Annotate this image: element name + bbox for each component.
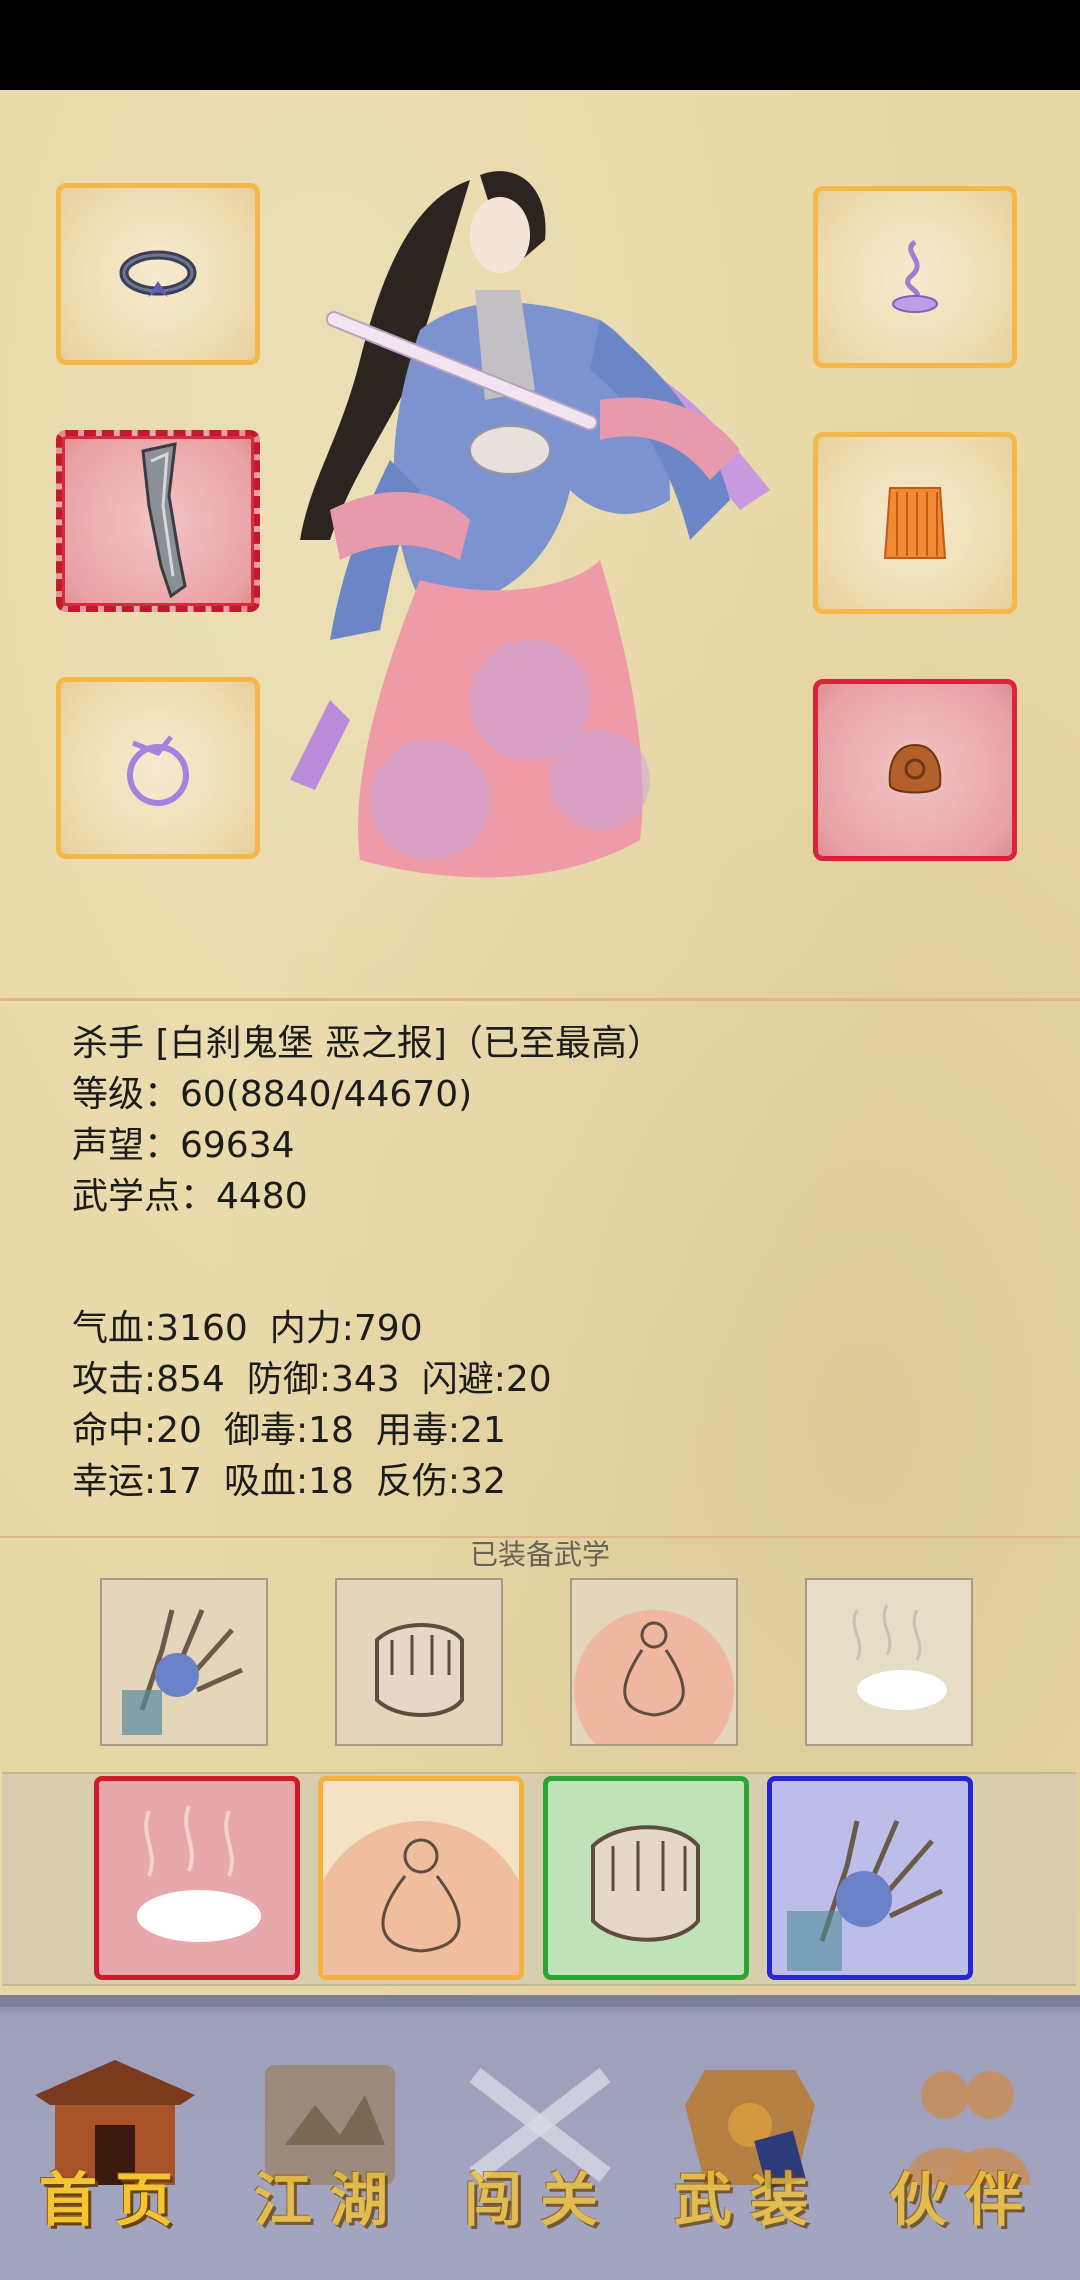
attr-mp: 内力:790 (269, 1308, 423, 1349)
status-bar (0, 0, 1080, 90)
attr-defense: 防御:343 (246, 1359, 400, 1400)
nav-jianghu-label: 江湖 (253, 2166, 406, 2234)
nav-armament[interactable]: 武装 (665, 2055, 835, 2245)
sword-icon (141, 442, 187, 599)
ribbon-charm-icon (127, 735, 189, 806)
ring-icon (119, 250, 197, 297)
nav-challenge[interactable]: 闯关 (455, 2055, 625, 2245)
equip-slot-accessory[interactable] (56, 677, 260, 859)
fist-icon (591, 1825, 700, 1942)
attr-row: 命中:20 御毒:18 用毒:21 (72, 1405, 574, 1456)
divider-top (0, 998, 1080, 1001)
equipped-skills-label: 已装备武学 (469, 1538, 610, 1571)
nav-jianghu[interactable]: 江湖 (245, 2055, 415, 2245)
equip-slot-amulet[interactable] (813, 679, 1017, 861)
nav-partners-label: 伙伴 (888, 2166, 1041, 2234)
equipped-skill-slot-3[interactable] (570, 1578, 738, 1770)
equip-slot-incense[interactable] (813, 186, 1017, 368)
equip-slot-weapon[interactable] (56, 430, 260, 612)
skill-option-fist[interactable] (543, 1776, 749, 1980)
amulet-icon (888, 743, 942, 794)
attr-accuracy: 命中:20 (72, 1410, 202, 1451)
nav-home[interactable]: 首页 (30, 2055, 200, 2245)
attr-poison-resist: 御毒:18 (223, 1410, 354, 1451)
meditation-icon (572, 1580, 736, 1770)
fist-icon (337, 1580, 501, 1744)
nav-armament-label: 武装 (673, 2166, 826, 2234)
attr-row: 幸运:17 吸血:18 反伤:32 (72, 1456, 574, 1507)
equipped-skill-slot-1[interactable] (100, 1578, 268, 1746)
attr-lifesteal: 吸血:18 (223, 1461, 354, 1502)
character-title: 杀手 [白刹鬼堡 恶之报]（已至最高） (72, 1023, 663, 1064)
mist-cloud-icon (137, 1805, 261, 1942)
character-portrait (290, 171, 770, 878)
equipped-skill-slot-2[interactable] (335, 1578, 503, 1746)
mist-cloud-icon (807, 1580, 971, 1744)
open-palm-icon (787, 1820, 944, 1971)
open-palm-icon (102, 1580, 266, 1744)
nav-home-label: 首页 (38, 2166, 191, 2234)
meditation-icon (311, 1821, 531, 2041)
equipped-skill-slot-4[interactable] (805, 1578, 973, 1746)
skill-option-palm[interactable] (767, 1776, 973, 1980)
attr-poison-use: 用毒:21 (375, 1410, 506, 1451)
nav-challenge-label: 闯关 (463, 2166, 616, 2234)
attr-hp: 气血:3160 (72, 1308, 248, 1349)
attr-reflect: 反伤:32 (375, 1461, 506, 1502)
nav-partners[interactable]: 伙伴 (880, 2055, 1050, 2245)
character-martial-points: 武学点：4480 (72, 1176, 308, 1217)
incense-icon (892, 239, 938, 313)
equip-slot-ring[interactable] (56, 183, 260, 365)
character-info: 杀手 [白刹鬼堡 恶之报]（已至最高） 等级：60(8840/44670) 声望… (72, 1018, 663, 1222)
character-level: 等级：60(8840/44670) (72, 1074, 473, 1115)
attr-attack: 攻击:854 (72, 1359, 225, 1400)
armor-icon (883, 487, 947, 559)
skill-option-mist[interactable] (94, 1776, 300, 1980)
attr-row: 气血:3160 内力:790 (72, 1303, 574, 1354)
bottom-nav: 首页 江湖 闯关 武装 伙伴 (0, 1995, 1080, 2280)
attr-row: 攻击:854 防御:343 闪避:20 (72, 1354, 574, 1405)
attr-dodge: 闪避:20 (421, 1359, 552, 1400)
skill-option-meditation[interactable] (311, 1776, 531, 2041)
attr-luck: 幸运:17 (72, 1461, 202, 1502)
equip-slot-armor[interactable] (813, 432, 1017, 614)
attribute-list: 气血:3160 内力:790 攻击:854 防御:343 闪避:20 命中:20 御毒:… (72, 1303, 574, 1507)
character-reputation: 声望：69634 (72, 1125, 295, 1166)
